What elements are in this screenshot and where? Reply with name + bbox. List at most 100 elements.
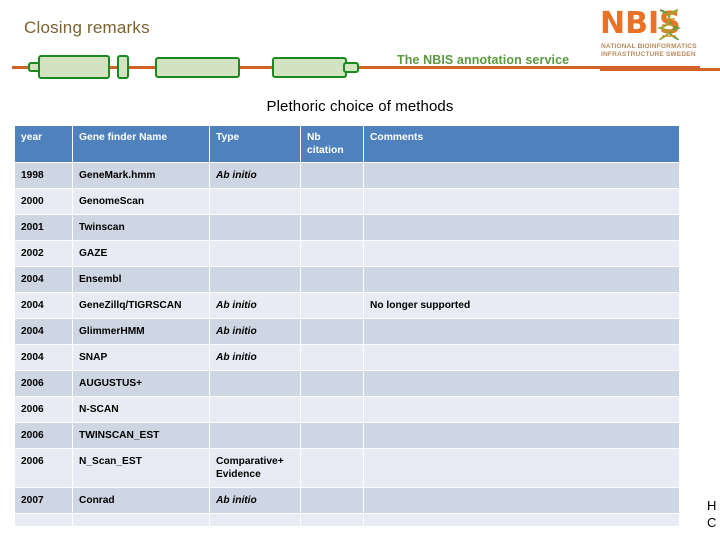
gene-finder-methods-table: year Gene finder Name Type Nb citation C…	[14, 125, 680, 527]
cell-type	[210, 241, 300, 266]
slide-header: Closing remarks The NBIS annotation serv…	[0, 0, 720, 92]
cell-comments: No longer supported	[364, 293, 679, 318]
cell-gene-finder-name: GeneMark.hmm	[73, 163, 209, 188]
table-row: 2004 GeneZillq/TIGRSCAN Ab initio No longer…	[15, 293, 679, 318]
cell-comments	[364, 397, 679, 422]
page-title: Closing remarks	[24, 18, 150, 37]
cell-year: 2001	[15, 215, 72, 240]
cell-gene-finder-name: TWINSCAN_EST	[73, 423, 209, 448]
cell-nb-citation	[301, 215, 363, 240]
cell-type	[210, 514, 300, 526]
cell-nb-citation	[301, 345, 363, 370]
cell-comments	[364, 267, 679, 292]
cell-gene-finder-name: GenomeScan	[73, 189, 209, 214]
column-header-type: Type	[210, 126, 300, 162]
cell-type: Ab initio	[210, 293, 300, 318]
service-label: The NBIS annotation service	[397, 53, 570, 67]
table-row: 2001 Twinscan	[15, 215, 679, 240]
cell-type: Ab initio	[210, 319, 300, 344]
cell-nb-citation	[301, 449, 363, 487]
cell-year: 2006	[15, 397, 72, 422]
cell-year: 2002	[15, 241, 72, 266]
cell-comments	[364, 488, 679, 513]
cell-gene-finder-name: Twinscan	[73, 215, 209, 240]
column-header-name: Gene finder Name	[73, 126, 209, 162]
table-row	[15, 514, 679, 526]
cell-type	[210, 371, 300, 396]
cell-type	[210, 189, 300, 214]
cell-type: Ab initio	[210, 163, 300, 188]
cell-gene-finder-name: N_Scan_EST	[73, 449, 209, 487]
table-row: 2007 Conrad Ab initio	[15, 488, 679, 513]
cell-year: 1998	[15, 163, 72, 188]
dna-helix-icon	[656, 9, 682, 41]
exon-block	[272, 57, 347, 78]
cell-comments	[364, 423, 679, 448]
exon-block	[117, 55, 129, 79]
cell-gene-finder-name: Conrad	[73, 488, 209, 513]
cell-comments	[364, 241, 679, 266]
subtitle: Plethoric choice of methods	[266, 98, 454, 115]
cell-type	[210, 267, 300, 292]
table-row: 2006 N-SCAN	[15, 397, 679, 422]
table-row: 2002 GAZE	[15, 241, 679, 266]
table-body: 1998 GeneMark.hmm Ab initio 2000 GenomeScan 2…	[15, 163, 679, 526]
cell-gene-finder-name: GlimmerHMM	[73, 319, 209, 344]
table-row: 2004 Ensembl	[15, 267, 679, 292]
table-row: 2006 TWINSCAN_EST	[15, 423, 679, 448]
column-header-nb: Nb citation	[301, 126, 363, 162]
table-row: 2004 GlimmerHMM Ab initio	[15, 319, 679, 344]
cell-comments	[364, 163, 679, 188]
cell-year: 2004	[15, 267, 72, 292]
cell-gene-finder-name: N-SCAN	[73, 397, 209, 422]
table-header-row: year Gene finder Name Type Nb citation C…	[15, 126, 679, 162]
cell-gene-finder-name: GAZE	[73, 241, 209, 266]
logo-underline	[600, 68, 720, 71]
cell-comments	[364, 449, 679, 487]
cell-nb-citation	[301, 371, 363, 396]
cell-year	[15, 514, 72, 526]
cell-gene-finder-name: SNAP	[73, 345, 209, 370]
methods-table-wrapper: year Gene finder Name Type Nb citation C…	[14, 125, 680, 527]
cell-nb-citation	[301, 319, 363, 344]
nbis-logo: NBIS NATIONAL BIOINFORMATICS INFRASTRUCT…	[600, 8, 712, 66]
cell-year: 2006	[15, 423, 72, 448]
exon-block	[343, 62, 359, 73]
exon-block	[38, 55, 110, 79]
cell-year: 2006	[15, 449, 72, 487]
cell-year: 2007	[15, 488, 72, 513]
cell-nb-citation	[301, 241, 363, 266]
cell-gene-finder-name: GeneZillq/TIGRSCAN	[73, 293, 209, 318]
cell-type	[210, 423, 300, 448]
cell-gene-finder-name	[73, 514, 209, 526]
cell-comments	[364, 345, 679, 370]
table-row: 2006 AUGUSTUS+	[15, 371, 679, 396]
cell-gene-finder-name: AUGUSTUS+	[73, 371, 209, 396]
column-header-year: year	[15, 126, 72, 162]
nbis-logo-subtext: NATIONAL BIOINFORMATICS INFRASTRUCTURE S…	[601, 43, 697, 59]
cell-gene-finder-name: Ensembl	[73, 267, 209, 292]
cell-type	[210, 397, 300, 422]
cell-type: Comparative+ Evidence	[210, 449, 300, 487]
cell-nb-citation	[301, 397, 363, 422]
cell-comments	[364, 371, 679, 396]
cell-comments	[364, 319, 679, 344]
cell-year: 2004	[15, 293, 72, 318]
cell-comments	[364, 215, 679, 240]
cell-nb-citation	[301, 423, 363, 448]
table-row: 2000 GenomeScan	[15, 189, 679, 214]
cell-nb-citation	[301, 293, 363, 318]
cell-comments	[364, 514, 679, 526]
table-row: 1998 GeneMark.hmm Ab initio	[15, 163, 679, 188]
cell-nb-citation	[301, 267, 363, 292]
edge-fragment-1: H	[707, 498, 717, 513]
column-header-comments: Comments	[364, 126, 679, 162]
cell-year: 2000	[15, 189, 72, 214]
cell-nb-citation	[301, 514, 363, 526]
cell-type: Ab initio	[210, 345, 300, 370]
cell-type: Ab initio	[210, 488, 300, 513]
cell-year: 2006	[15, 371, 72, 396]
cell-year: 2004	[15, 319, 72, 344]
cell-nb-citation	[301, 488, 363, 513]
table-row: 2004 SNAP Ab initio	[15, 345, 679, 370]
